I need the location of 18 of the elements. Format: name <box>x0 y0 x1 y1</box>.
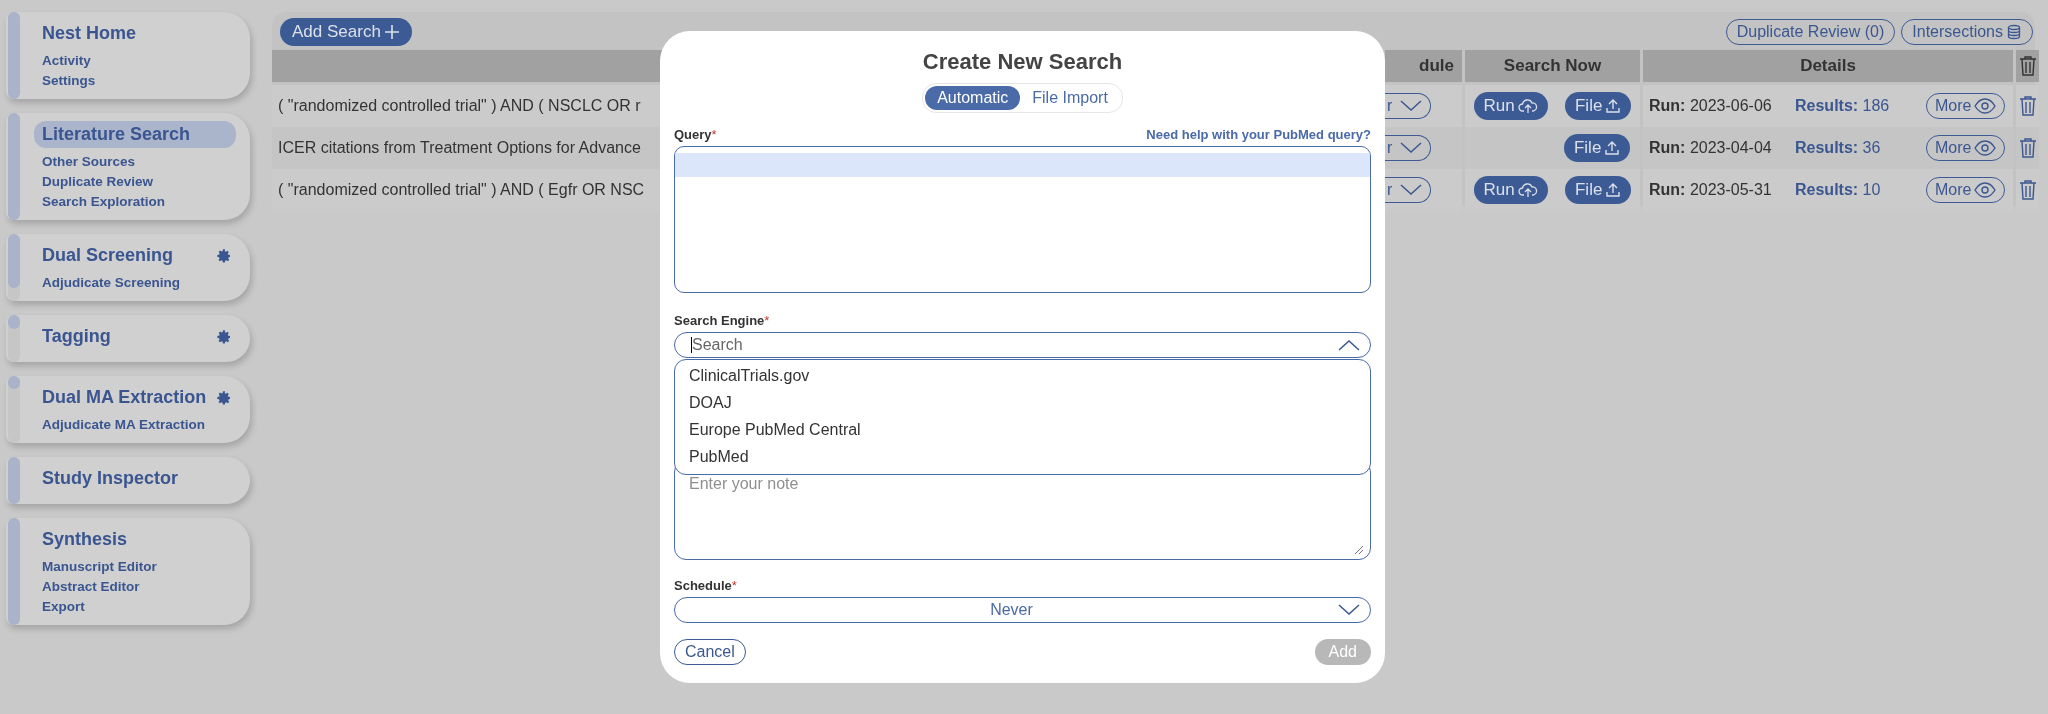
results-count: Results: 10 <box>1795 181 1882 199</box>
column-header: dule <box>1385 50 1462 82</box>
column-header: Search Now <box>1465 50 1640 82</box>
field-label: Query <box>674 127 712 142</box>
placeholder-text: Enter your note <box>689 474 799 492</box>
run-date: Run: 2023-06-06 <box>1649 97 1773 115</box>
field-label: Search Engine <box>674 312 765 328</box>
required-mark: * <box>711 127 717 142</box>
field-label: Schedule <box>674 577 732 593</box>
run-date: Run: 2023-05-31 <box>1649 181 1773 199</box>
results-count: Results: 186 <box>1795 97 1891 115</box>
dialog-title: Create New Search <box>921 49 1124 75</box>
required-mark: * <box>764 312 770 328</box>
results-count: Results: 36 <box>1795 139 1882 157</box>
placeholder-text: Search <box>692 335 744 354</box>
column-header: Details <box>1643 50 2013 82</box>
run-date: Run: 2023-04-04 <box>1649 139 1773 157</box>
required-mark: * <box>731 577 737 593</box>
